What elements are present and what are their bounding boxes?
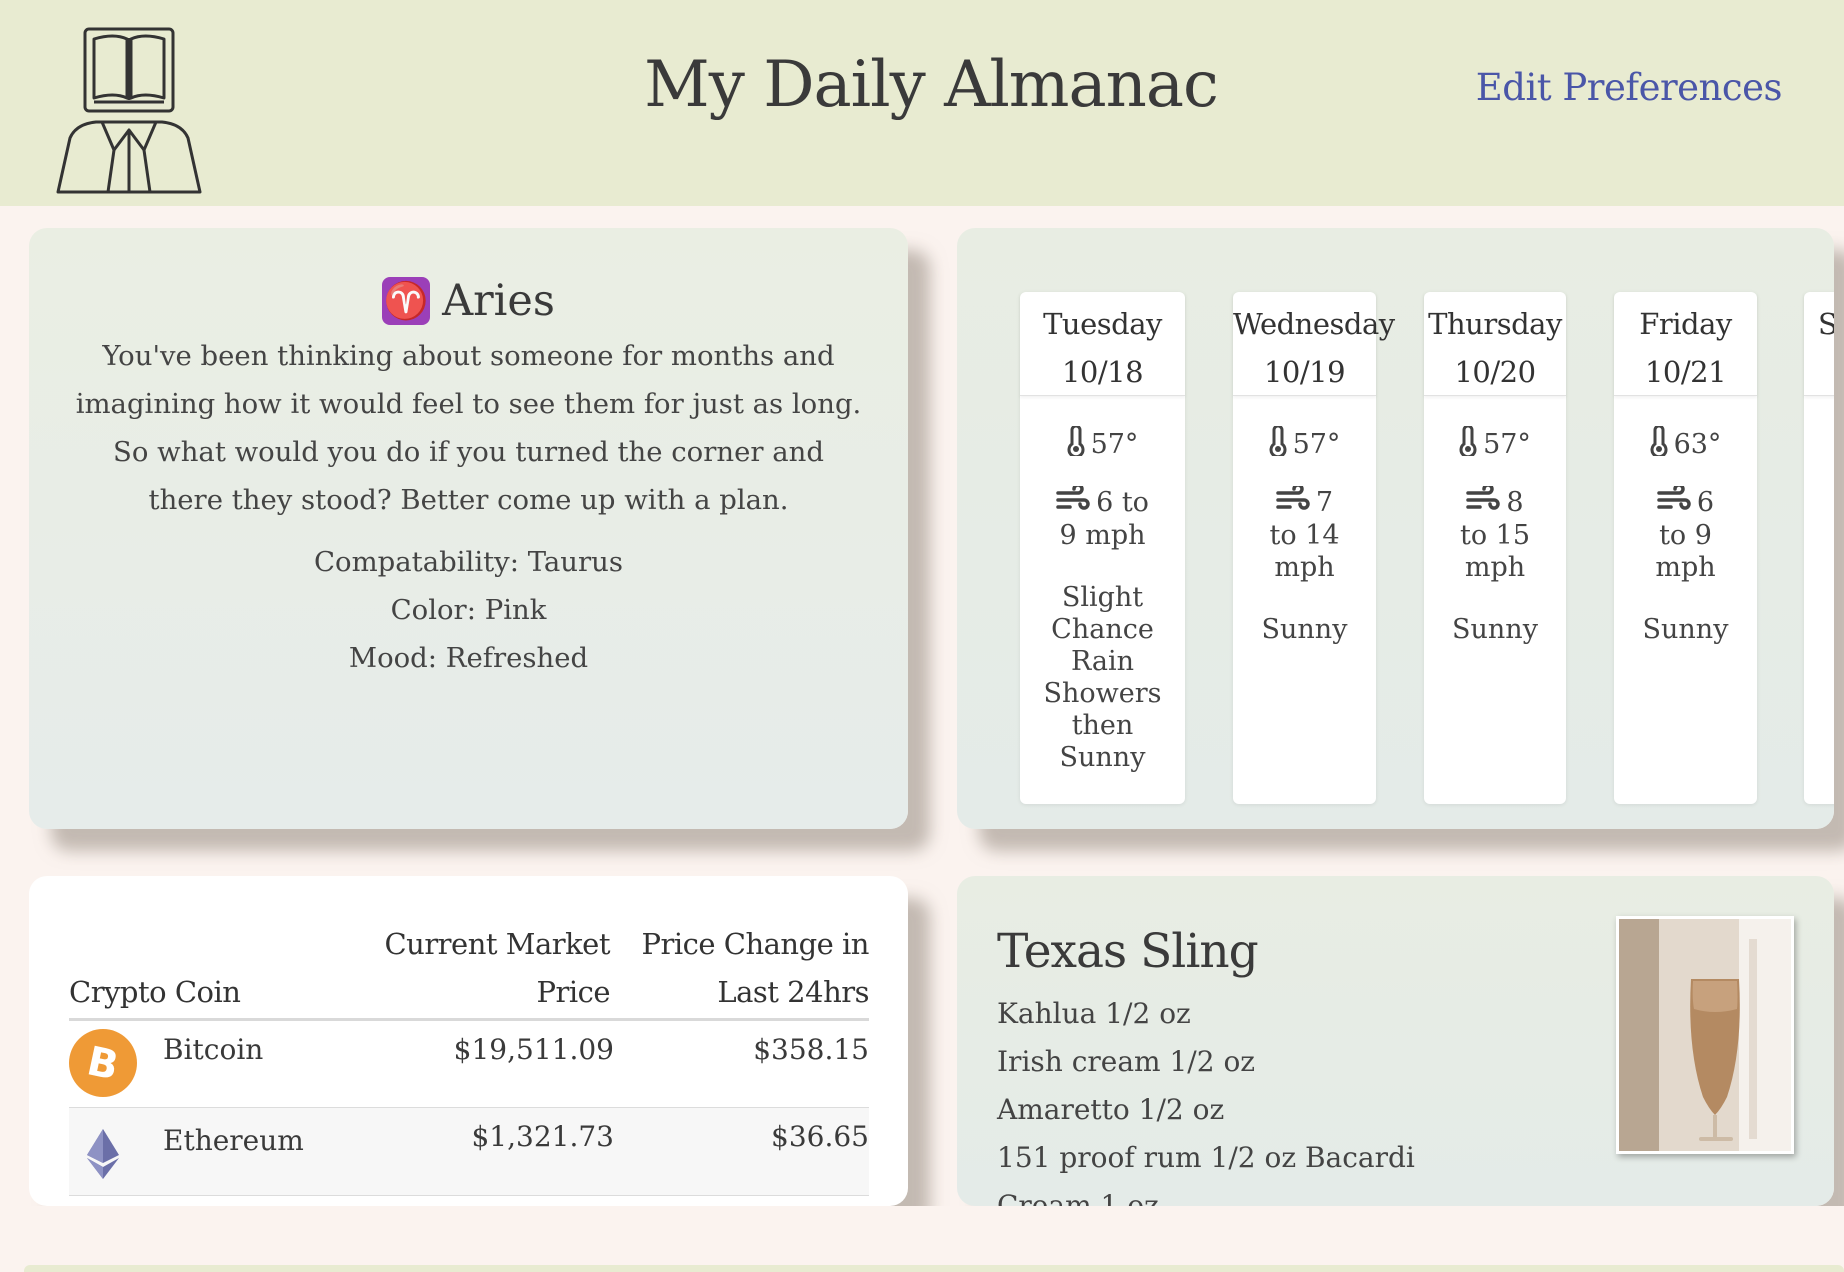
app-header: My Daily Almanac Edit Preferences xyxy=(0,0,1844,206)
svg-text:B: B xyxy=(83,1041,122,1085)
ingredient-list: Kahlua 1/2 oz Irish cream 1/2 oz Amarett… xyxy=(997,990,1415,1206)
bitcoin-icon: B xyxy=(69,1029,137,1097)
coin-change: $358.15 xyxy=(753,1033,869,1066)
crypto-card: Crypto Coin Current Market Price Price C… xyxy=(29,876,908,1206)
compatibility-text: Compatability: Taurus xyxy=(314,546,623,578)
forecast-day: Friday 10/21 63° 6 to 9 mph Sunny xyxy=(1614,292,1757,804)
wind-speed-line1: 8 xyxy=(1506,487,1524,518)
day-name: Friday xyxy=(1639,307,1732,341)
list-item: Cream 1 oz xyxy=(997,1189,1159,1206)
aries-icon: ♈ xyxy=(382,277,431,325)
day-date: 10/18 xyxy=(1061,355,1144,389)
day-name: Wednesday xyxy=(1233,307,1395,341)
wind-icon xyxy=(1657,483,1691,520)
wind-speed-line1: 6 to xyxy=(1096,487,1149,518)
weather-card[interactable]: Tuesday 10/18 57° 6 to 9 mph Slight Chance… xyxy=(957,228,1834,829)
drink-name: Texas Sling xyxy=(997,924,1259,979)
coin-price xyxy=(359,1196,614,1207)
table-row: B Bitcoin $19,511.09 $358.15 xyxy=(69,1020,869,1108)
forecast-day: Tuesday 10/18 57° 6 to 9 mph Slight Chance… xyxy=(1020,292,1185,804)
day-date: 10/21 xyxy=(1644,355,1727,389)
weather-condition: Sunny xyxy=(1452,614,1538,645)
day-name: Tuesday xyxy=(1043,307,1162,341)
temperature: 57° xyxy=(1090,429,1139,460)
mood-text: Mood: Refreshed xyxy=(348,642,589,674)
weather-condition: Slight Chance Rain Showers then Sunny xyxy=(1043,582,1162,773)
temperature: 57° xyxy=(1483,429,1531,460)
weather-condition: Sunny xyxy=(1642,614,1729,645)
wind-speed-line1: 7 xyxy=(1315,487,1334,518)
day-name: Thursday xyxy=(1428,307,1562,341)
lucky-color-text: Color: Pink xyxy=(390,594,547,626)
wind-icon xyxy=(1466,483,1501,520)
list-item: Amaretto 1/2 oz xyxy=(997,1093,1225,1126)
thermometer-icon xyxy=(1067,424,1085,464)
page-bottom xyxy=(0,1206,1844,1272)
horoscope-sign-heading: ♈ Aries xyxy=(29,276,908,326)
day-name: S xyxy=(1818,307,1834,341)
wind-speed-line2: to 14 mph xyxy=(1269,520,1340,583)
thermometer-icon xyxy=(1269,424,1287,464)
wind-speed-line2: 9 mph xyxy=(1059,520,1146,551)
temperature: 63° xyxy=(1673,429,1722,460)
wind-speed-line2: to 15 mph xyxy=(1459,520,1531,583)
next-section-edge xyxy=(24,1265,1844,1272)
coin-change xyxy=(614,1196,869,1207)
coin-change: $36.65 xyxy=(771,1120,869,1153)
coin-name: Bitcoin xyxy=(163,1033,264,1066)
day-date: 10/19 xyxy=(1263,355,1346,389)
forecast-day: Thursday 10/20 57° 8 to 15 mph Sunny xyxy=(1424,292,1566,804)
table-row: Ethereum $1,321.73 $36.65 xyxy=(69,1107,869,1196)
wind-icon xyxy=(1056,483,1090,520)
thermometer-icon xyxy=(1650,424,1668,464)
column-header-change: Price Change in Last 24hrs xyxy=(641,927,869,1009)
edit-preferences-link[interactable]: Edit Preferences xyxy=(1476,66,1783,109)
list-item: Irish cream 1/2 oz xyxy=(997,1045,1256,1078)
ethereum-icon xyxy=(69,1120,137,1188)
coin-price: $1,321.73 xyxy=(471,1120,614,1153)
column-header-price: Current Market Price xyxy=(384,927,610,1009)
column-header-coin: Crypto Coin xyxy=(69,975,241,1009)
drink-photo xyxy=(1616,916,1794,1154)
list-item: Kahlua 1/2 oz xyxy=(997,997,1191,1030)
coin-name: Ethereum xyxy=(163,1124,304,1157)
wind-icon xyxy=(1276,483,1310,520)
table-row xyxy=(69,1196,869,1207)
wind-speed-line2: to 9 mph xyxy=(1655,520,1716,583)
crypto-table: Crypto Coin Current Market Price Price C… xyxy=(69,920,870,1207)
weather-condition: Sunny xyxy=(1261,614,1348,645)
horoscope-text: You've been thinking about someone for m… xyxy=(75,340,862,516)
day-date: 10/20 xyxy=(1454,355,1536,389)
wind-speed-line1: 6 xyxy=(1696,487,1715,518)
temperature: 57° xyxy=(1292,429,1341,460)
forecast-day: Wednesday 10/19 57° 7 to 14 mph Sunny xyxy=(1233,292,1395,804)
sign-name: Aries xyxy=(442,276,555,326)
horoscope-card: ♈ Aries You've been thinking about someo… xyxy=(29,228,908,829)
forecast-day: S xyxy=(1804,292,1834,804)
list-item: 151 proof rum 1/2 oz Bacardi xyxy=(997,1141,1415,1174)
thermometer-icon xyxy=(1459,424,1477,464)
drink-card: Texas Sling Kahlua 1/2 oz Irish cream 1/… xyxy=(957,876,1834,1206)
coin-price: $19,511.09 xyxy=(453,1033,614,1066)
